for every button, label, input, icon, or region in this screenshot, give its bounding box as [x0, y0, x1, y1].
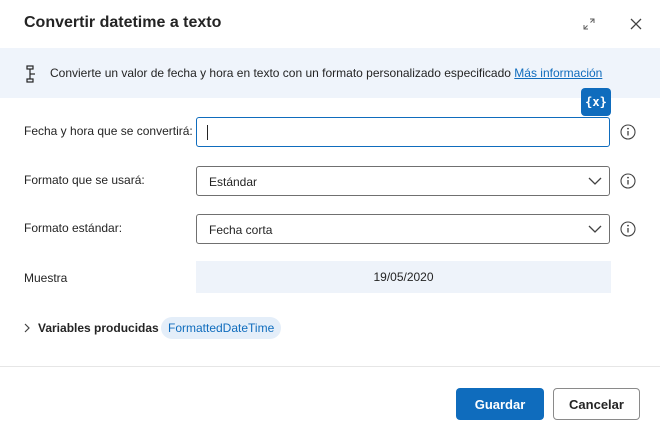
sample-value: 19/05/2020	[196, 261, 611, 293]
save-button[interactable]: Guardar	[456, 388, 544, 420]
text-caret	[207, 125, 208, 140]
dialog-title: Convertir datetime a texto	[24, 14, 222, 31]
chevron-down-icon	[588, 225, 602, 233]
datetime-label: Fecha y hora que se convertirá:	[24, 124, 193, 138]
info-icon[interactable]	[620, 173, 636, 189]
chevron-right-icon	[24, 323, 30, 333]
standard-format-select[interactable]: Fecha corta	[196, 214, 610, 244]
variable-pill[interactable]: FormattedDateTime	[161, 317, 282, 339]
variables-produced-toggle[interactable]: Variables producidas	[22, 318, 159, 338]
cancel-button[interactable]: Cancelar	[553, 388, 640, 420]
standard-format-label: Formato estándar:	[24, 221, 123, 235]
standard-format-select-value: Fecha corta	[209, 223, 273, 237]
more-info-link[interactable]: Más información	[514, 66, 602, 80]
sample-label: Muestra	[24, 271, 68, 285]
close-icon[interactable]	[624, 12, 648, 36]
format-select-value: Estándar	[209, 175, 258, 189]
format-select[interactable]: Estándar	[196, 166, 610, 196]
datetime-input[interactable]	[196, 117, 610, 147]
expand-icon[interactable]	[577, 12, 601, 36]
info-icon[interactable]	[620, 124, 636, 140]
datetime-action-icon	[26, 65, 35, 83]
info-icon[interactable]	[620, 221, 636, 237]
format-label: Formato que se usará:	[24, 173, 145, 187]
chevron-down-icon	[588, 177, 602, 185]
banner-text: Convierte un valor de fecha y hora en te…	[50, 66, 602, 80]
footer-divider	[0, 366, 660, 367]
banner-description: Convierte un valor de fecha y hora en te…	[50, 66, 511, 80]
variables-produced-label: Variables producidas	[38, 321, 159, 335]
dialog: Convertir datetime a texto Convierte un …	[0, 0, 660, 440]
variable-picker-button[interactable]: {x}	[581, 88, 611, 116]
info-banner: Convierte un valor de fecha y hora en te…	[0, 48, 660, 98]
